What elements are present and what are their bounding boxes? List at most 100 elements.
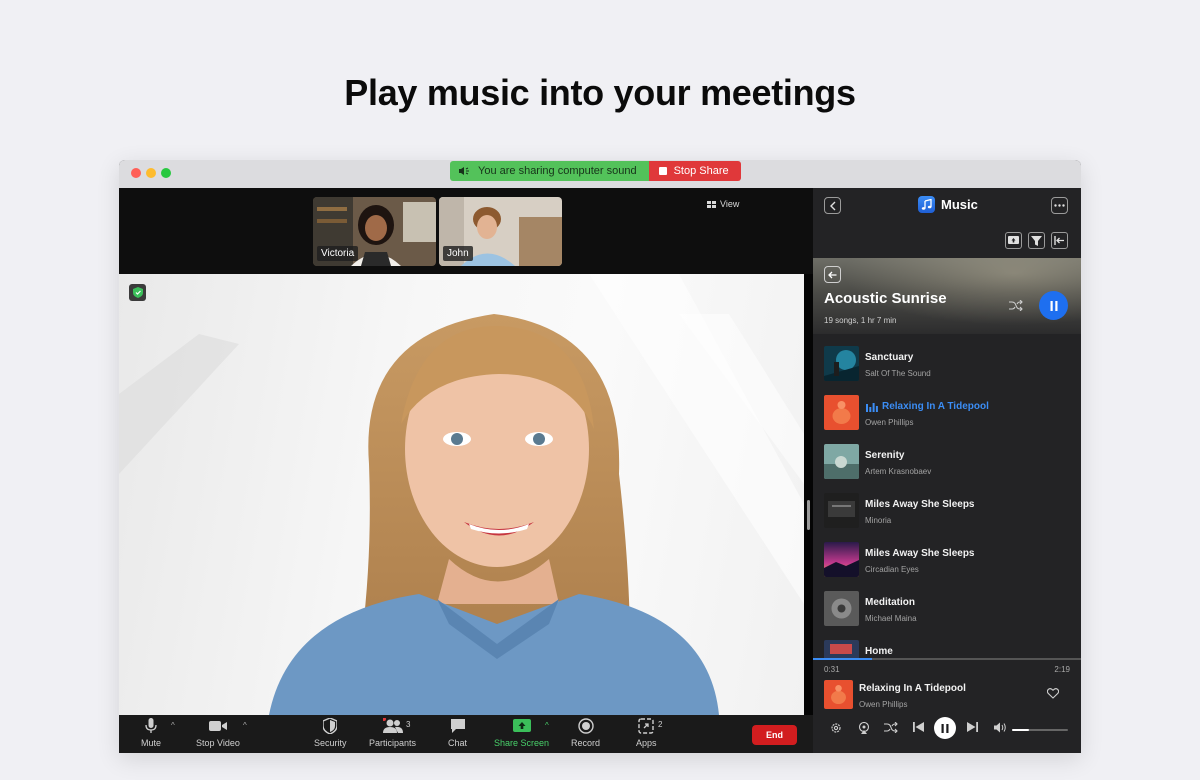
playlist-pause-button[interactable]: [1039, 291, 1068, 320]
share-screen-icon: [512, 719, 531, 732]
previous-track-icon[interactable]: [913, 722, 924, 732]
playlist-header: Acoustic Sunrise 19 songs, 1 hr 7 min: [813, 258, 1081, 334]
participant-name-victoria: Victoria: [317, 246, 359, 261]
participant-tile-john[interactable]: John: [439, 197, 562, 266]
chevron-left-icon: [829, 201, 835, 210]
stop-icon: [658, 167, 667, 175]
video-camera-icon: [208, 721, 227, 731]
sharing-status: You are sharing computer sound: [450, 161, 649, 181]
playback-progress-bar[interactable]: [813, 658, 1081, 660]
more-dots-icon: [1054, 204, 1065, 207]
share-screen-label: Share Screen: [494, 738, 550, 748]
now-playing-artist: Owen Phillips: [859, 700, 908, 709]
participants-icon: [382, 718, 403, 733]
airplay-icon[interactable]: [858, 722, 870, 734]
chat-button[interactable]: Chat: [448, 718, 467, 748]
now-playing-art: [824, 680, 853, 709]
title-bar: You are sharing computer sound Stop Shar…: [119, 160, 1081, 188]
music-panel-header: Music: [813, 188, 1081, 224]
song-title: Home: [865, 646, 893, 657]
arrow-left-icon: [828, 271, 837, 278]
shield-icon: [323, 718, 338, 734]
elapsed-time: 0:31: [824, 665, 840, 674]
song-list: Sanctuary Salt Of The Sound Relaxing In …: [813, 338, 1081, 658]
filter-button[interactable]: [1028, 232, 1045, 249]
chat-bubble-icon: [450, 719, 465, 733]
speaker-sound-icon: [459, 167, 469, 175]
song-item[interactable]: Home: [824, 640, 1074, 658]
minimize-window-button[interactable]: [146, 168, 156, 178]
end-meeting-button[interactable]: End: [752, 725, 797, 745]
security-button[interactable]: Security: [314, 718, 347, 748]
song-title: Miles Away She Sleeps: [865, 499, 975, 510]
shuffle-playlist-icon[interactable]: [1009, 300, 1023, 311]
song-title: Miles Away She Sleeps: [865, 548, 975, 559]
meeting-toolbar: Mute ^ Stop Video ^ Security Participant…: [119, 715, 813, 753]
music-note-icon: [918, 196, 935, 213]
participant-name-john: John: [443, 246, 473, 261]
song-item[interactable]: Serenity Artem Krasnobaev: [824, 444, 1074, 480]
apps-button[interactable]: Apps: [636, 718, 657, 748]
now-playing-equalizer-icon: [866, 403, 878, 412]
apps-label: Apps: [636, 738, 657, 748]
filter-icon: [1031, 235, 1042, 246]
speaker-video-frame: [119, 274, 804, 715]
active-speaker-video: [119, 274, 804, 715]
mute-options-chevron-icon[interactable]: ^: [171, 721, 175, 730]
participants-label: Participants: [369, 738, 417, 748]
shuffle-icon[interactable]: [884, 722, 898, 733]
meeting-area: Victoria John View Mute ^ Stop Video ^ S…: [119, 188, 813, 753]
volume-icon[interactable]: [994, 722, 1007, 733]
microphone-icon: [145, 718, 157, 733]
more-options-button[interactable]: [1051, 197, 1068, 214]
album-art: [824, 542, 859, 577]
participants-count: 3: [406, 720, 411, 729]
song-title: Relaxing In A Tidepool: [882, 401, 989, 412]
share-options-chevron-icon[interactable]: ^: [545, 721, 549, 730]
settings-gear-icon[interactable]: [830, 722, 842, 734]
music-panel: Music Acoustic Sunrise 19 songs, 1 hr 7 …: [813, 188, 1081, 753]
close-window-button[interactable]: [131, 168, 141, 178]
record-icon: [577, 718, 594, 734]
song-item[interactable]: Miles Away She Sleeps Minoria: [824, 493, 1074, 529]
volume-slider[interactable]: [1012, 729, 1068, 731]
chat-label: Chat: [448, 738, 468, 748]
music-app-title: Music: [918, 196, 978, 213]
view-button[interactable]: View: [707, 199, 739, 209]
zoom-window-button[interactable]: [161, 168, 171, 178]
security-shield-icon: [129, 284, 146, 301]
app-window: You are sharing computer sound Stop Shar…: [119, 160, 1081, 753]
song-artist: Michael Maina: [865, 614, 917, 623]
album-art: [824, 591, 859, 626]
song-artist: Circadian Eyes: [865, 565, 919, 574]
pause-icon: [1050, 300, 1057, 311]
grid-view-icon: [707, 200, 716, 208]
stop-share-button[interactable]: Stop Share: [648, 161, 741, 181]
mute-button[interactable]: Mute: [141, 718, 161, 748]
song-item[interactable]: Miles Away She Sleeps Circadian Eyes: [824, 542, 1074, 578]
song-item-playing[interactable]: Relaxing In A Tidepool Owen Phillips: [824, 395, 1074, 431]
now-playing-bar: 0:31 2:19 Relaxing In A Tidepool Owen Ph…: [813, 658, 1081, 753]
page-headline: Play music into your meetings: [344, 72, 856, 113]
stop-video-button[interactable]: Stop Video: [196, 718, 240, 748]
panel-back-button[interactable]: [824, 197, 841, 214]
collapse-panel-button[interactable]: [1051, 232, 1068, 249]
next-track-icon[interactable]: [967, 722, 978, 732]
play-pause-button[interactable]: [934, 717, 956, 739]
pause-icon: [941, 723, 949, 733]
now-playing-title: Relaxing In A Tidepool: [859, 683, 966, 694]
playback-progress-fill: [813, 658, 872, 660]
mute-label: Mute: [141, 738, 162, 748]
song-item[interactable]: Meditation Michael Maina: [824, 591, 1074, 627]
panel-resize-handle[interactable]: [807, 500, 810, 530]
song-artist: Owen Phillips: [865, 418, 914, 427]
video-options-chevron-icon[interactable]: ^: [243, 721, 247, 730]
song-item[interactable]: Sanctuary Salt Of The Sound: [824, 346, 1074, 382]
heart-icon[interactable]: [1047, 688, 1059, 699]
record-button[interactable]: Record: [571, 718, 600, 748]
playlist-back-button[interactable]: [824, 266, 841, 283]
participant-tile-victoria[interactable]: Victoria: [313, 197, 436, 266]
share-audio-button[interactable]: [1005, 232, 1022, 249]
stop-video-label: Stop Video: [196, 738, 240, 748]
share-screen-button[interactable]: Share Screen: [494, 718, 549, 748]
